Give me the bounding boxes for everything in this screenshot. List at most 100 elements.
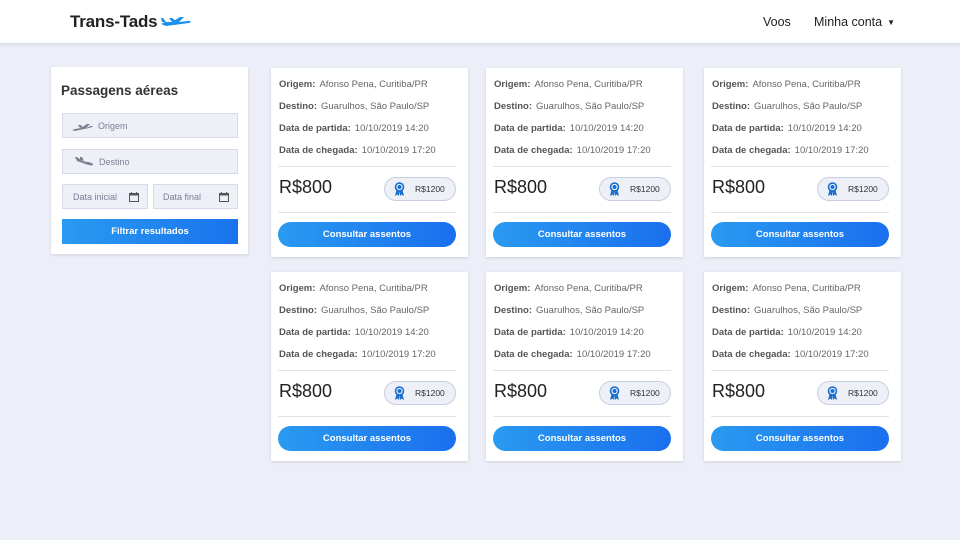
- airplane-icon: [160, 13, 192, 32]
- partida-row: Data de partida: 10/10/2019 14:20: [494, 123, 644, 134]
- consultar-assentos-button[interactable]: Consultar assentos: [493, 222, 671, 247]
- origem-label: Origem:: [494, 283, 531, 294]
- miles-value: R$1200: [630, 388, 660, 398]
- chegada-row: Data de chegada: 10/10/2019 17:20: [712, 145, 869, 156]
- destino-value: Guarulhos, São Paulo/SP: [321, 305, 430, 316]
- destino-value: Guarulhos, São Paulo/SP: [536, 305, 645, 316]
- nav-voos-link[interactable]: Voos: [763, 15, 791, 29]
- divider: [493, 370, 671, 371]
- account-menu[interactable]: Minha conta ▼: [814, 15, 895, 29]
- divider: [278, 166, 456, 167]
- plane-landing-icon: [74, 156, 94, 167]
- filter-panel: Passagens aéreas Origem Destino Data ini…: [51, 67, 248, 254]
- miles-price-badge[interactable]: R$1200: [817, 381, 889, 405]
- miles-value: R$1200: [415, 184, 445, 194]
- price: R$800: [279, 177, 333, 197]
- consultar-assentos-button[interactable]: Consultar assentos: [711, 426, 889, 451]
- origem-placeholder: Origem: [98, 120, 128, 131]
- miles-price-badge[interactable]: R$1200: [384, 381, 456, 405]
- partida-label: Data de partida:: [279, 327, 351, 338]
- origem-label: Origem:: [279, 283, 316, 294]
- chegada-label: Data de chegada:: [279, 145, 358, 156]
- divider: [493, 416, 671, 417]
- partida-label: Data de partida:: [712, 327, 784, 338]
- consultar-assentos-button[interactable]: Consultar assentos: [493, 426, 671, 451]
- origem-input[interactable]: Origem: [62, 113, 238, 138]
- price: R$800: [712, 381, 766, 401]
- divider: [278, 416, 456, 417]
- divider: [711, 370, 889, 371]
- origem-value: Afonso Pena, Curitiba/PR: [534, 79, 643, 90]
- flight-card: Origem: Afonso Pena, Curitiba/PR Destino:…: [271, 272, 468, 461]
- consultar-assentos-button[interactable]: Consultar assentos: [278, 426, 456, 451]
- miles-price-badge[interactable]: R$1200: [599, 177, 671, 201]
- origem-value: Afonso Pena, Curitiba/PR: [752, 79, 861, 90]
- origem-row: Origem: Afonso Pena, Curitiba/PR: [279, 79, 428, 90]
- filter-results-button[interactable]: Filtrar resultados: [62, 219, 238, 244]
- chegada-value: 10/10/2019 17:20: [576, 145, 651, 156]
- miles-price-badge[interactable]: R$1200: [817, 177, 889, 201]
- destino-value: Guarulhos, São Paulo/SP: [754, 305, 863, 316]
- chegada-row: Data de chegada: 10/10/2019 17:20: [712, 349, 869, 360]
- filter-title: Passagens aéreas: [61, 83, 179, 98]
- origem-value: Afonso Pena, Curitiba/PR: [752, 283, 861, 294]
- partida-row: Data de partida: 10/10/2019 14:20: [279, 123, 429, 134]
- award-ribbon-icon: [609, 182, 620, 196]
- destino-row: Destino: Guarulhos, São Paulo/SP: [494, 101, 644, 112]
- award-ribbon-icon: [394, 386, 405, 400]
- chegada-row: Data de chegada: 10/10/2019 17:20: [279, 349, 436, 360]
- chegada-label: Data de chegada:: [279, 349, 358, 360]
- partida-row: Data de partida: 10/10/2019 14:20: [279, 327, 429, 338]
- miles-price-badge[interactable]: R$1200: [599, 381, 671, 405]
- award-ribbon-icon: [827, 182, 838, 196]
- origem-label: Origem:: [712, 79, 749, 90]
- consultar-assentos-button[interactable]: Consultar assentos: [278, 222, 456, 247]
- partida-value: 10/10/2019 14:20: [787, 123, 862, 134]
- destino-value: Guarulhos, São Paulo/SP: [536, 101, 645, 112]
- partida-row: Data de partida: 10/10/2019 14:20: [712, 327, 862, 338]
- origem-value: Afonso Pena, Curitiba/PR: [534, 283, 643, 294]
- divider: [711, 212, 889, 213]
- miles-price-badge[interactable]: R$1200: [384, 177, 456, 201]
- top-navbar: Trans-Tads Voos Minha conta ▼: [0, 0, 960, 43]
- consultar-assentos-button[interactable]: Consultar assentos: [711, 222, 889, 247]
- origem-label: Origem:: [279, 79, 316, 90]
- divider: [493, 212, 671, 213]
- origem-row: Origem: Afonso Pena, Curitiba/PR: [712, 283, 861, 294]
- partida-value: 10/10/2019 14:20: [787, 327, 862, 338]
- origem-value: Afonso Pena, Curitiba/PR: [319, 283, 428, 294]
- partida-value: 10/10/2019 14:20: [569, 327, 644, 338]
- partida-label: Data de partida:: [712, 123, 784, 134]
- destino-row: Destino: Guarulhos, São Paulo/SP: [712, 305, 862, 316]
- divider: [711, 416, 889, 417]
- calendar-icon[interactable]: [129, 192, 139, 204]
- chegada-value: 10/10/2019 17:20: [794, 145, 869, 156]
- miles-value: R$1200: [848, 388, 878, 398]
- plane-takeoff-icon: [71, 121, 93, 131]
- brand-logo[interactable]: Trans-Tads: [70, 12, 192, 32]
- date-end-input[interactable]: Data final: [153, 184, 238, 209]
- calendar-icon[interactable]: [219, 192, 229, 204]
- chegada-row: Data de chegada: 10/10/2019 17:20: [494, 145, 651, 156]
- partida-row: Data de partida: 10/10/2019 14:20: [494, 327, 644, 338]
- destino-label: Destino:: [494, 101, 532, 112]
- partida-label: Data de partida:: [279, 123, 351, 134]
- date-start-placeholder: Data inicial: [73, 191, 118, 202]
- divider: [711, 166, 889, 167]
- chegada-label: Data de chegada:: [494, 349, 573, 360]
- chegada-row: Data de chegada: 10/10/2019 17:20: [279, 145, 436, 156]
- partida-value: 10/10/2019 14:20: [354, 123, 429, 134]
- chegada-label: Data de chegada:: [712, 349, 791, 360]
- date-start-input[interactable]: Data inicial: [62, 184, 148, 209]
- origem-value: Afonso Pena, Curitiba/PR: [319, 79, 428, 90]
- destino-label: Destino:: [494, 305, 532, 316]
- miles-value: R$1200: [415, 388, 445, 398]
- miles-value: R$1200: [630, 184, 660, 194]
- flight-card: Origem: Afonso Pena, Curitiba/PR Destino:…: [486, 68, 683, 257]
- destino-input[interactable]: Destino: [62, 149, 238, 174]
- price: R$800: [494, 381, 548, 401]
- destino-row: Destino: Guarulhos, São Paulo/SP: [712, 101, 862, 112]
- brand-name: Trans-Tads: [70, 12, 158, 31]
- chegada-row: Data de chegada: 10/10/2019 17:20: [494, 349, 651, 360]
- origem-row: Origem: Afonso Pena, Curitiba/PR: [712, 79, 861, 90]
